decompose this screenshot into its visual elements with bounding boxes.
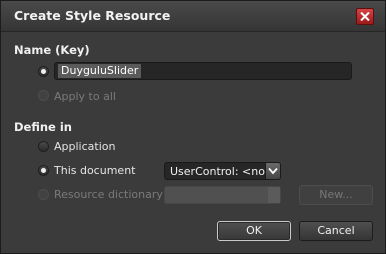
resource-dictionary-label: Resource dictionary	[54, 188, 163, 201]
apply-to-all-label: Apply to all	[54, 90, 116, 103]
cancel-button[interactable]: Cancel	[299, 221, 373, 241]
create-style-resource-dialog: Create Style Resource Name (Key) Duygulu…	[0, 0, 386, 254]
resource-dictionary-dropdown[interactable]	[164, 186, 281, 204]
name-key-label: Name (Key)	[14, 43, 90, 57]
close-icon	[360, 12, 370, 21]
dropdown-arrow[interactable]	[265, 163, 280, 179]
chevron-down-icon	[268, 167, 278, 175]
dialog-title: Create Style Resource	[14, 8, 171, 23]
ok-button[interactable]: OK	[217, 221, 291, 241]
document-target-dropdown[interactable]: UserControl: <no name>	[164, 162, 281, 180]
new-dictionary-button[interactable]: New...	[299, 185, 373, 205]
title-bar: Create Style Resource	[1, 1, 385, 32]
this-document-radio[interactable]	[38, 165, 49, 176]
dropdown-button-disabled	[268, 187, 280, 203]
name-key-radio[interactable]	[38, 66, 49, 77]
application-radio[interactable]	[38, 141, 49, 152]
application-label: Application	[54, 140, 116, 153]
close-button[interactable]	[356, 8, 374, 25]
this-document-label: This document	[54, 164, 136, 177]
define-in-label: Define in	[14, 120, 72, 134]
resource-dictionary-radio[interactable]	[38, 189, 49, 200]
apply-to-all-radio[interactable]	[38, 90, 49, 101]
name-key-value: DuyguluSlider	[58, 64, 142, 78]
name-key-input[interactable]: DuyguluSlider	[54, 62, 352, 80]
document-target-value: UserControl: <no name>	[170, 165, 266, 178]
